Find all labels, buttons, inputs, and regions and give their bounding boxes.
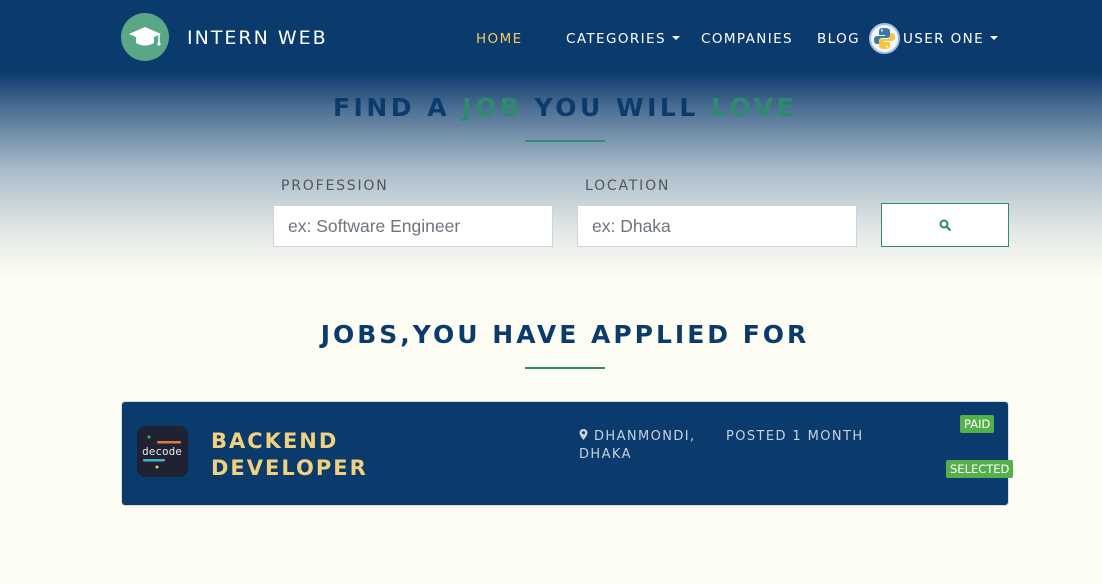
chevron-down-icon xyxy=(990,36,999,40)
profession-label: PROFESSION xyxy=(281,178,389,194)
nav-blog[interactable]: BLOG xyxy=(817,31,860,47)
hero-title-job: JOB xyxy=(462,93,523,122)
navbar: INTERN WEB HOME CATEGORIES COMPANIES BLO… xyxy=(0,0,1102,76)
map-marker-icon xyxy=(579,429,588,440)
search-icon xyxy=(939,219,951,231)
job-posted: POSTED 1 MONTH xyxy=(726,429,864,444)
paid-badge: PAID xyxy=(960,415,995,433)
hero-title-love: LOVE xyxy=(711,93,798,122)
brand-logo[interactable] xyxy=(121,13,169,61)
nav-companies[interactable]: COMPANIES xyxy=(701,31,793,47)
company-logo-text: decode xyxy=(142,445,182,458)
nav-categories-label: CATEGORIES xyxy=(566,31,666,47)
hero-divider xyxy=(525,140,605,142)
applied-divider xyxy=(525,367,605,369)
job-card[interactable]: decode BACKEND DEVELOPER DHANMONDI, DHAK… xyxy=(121,401,1014,506)
nav-user-menu[interactable]: USER ONE xyxy=(903,31,999,47)
applied-jobs-title: JOBS,YOU HAVE APPLIED FOR xyxy=(320,320,810,349)
company-logo: decode xyxy=(137,426,188,477)
nav-home[interactable]: HOME xyxy=(476,31,523,47)
hero-title: FIND A JOB YOU WILL LOVE xyxy=(0,93,1102,122)
hero-title-part1: FIND A xyxy=(332,93,463,122)
job-location-text: DHANMONDI, DHAKA xyxy=(579,429,696,462)
chevron-down-icon xyxy=(671,36,680,40)
graduation-cap-icon xyxy=(129,27,161,46)
nav-categories[interactable]: CATEGORIES xyxy=(566,31,680,47)
hero-title-part3: YOU WILL xyxy=(522,93,711,122)
search-button[interactable] xyxy=(881,203,1009,247)
location-label: LOCATION xyxy=(585,178,671,194)
user-name: USER ONE xyxy=(903,31,985,47)
job-location: DHANMONDI, DHAKA xyxy=(579,428,719,464)
profession-input[interactable] xyxy=(273,205,553,247)
job-title[interactable]: BACKEND DEVELOPER xyxy=(211,428,431,482)
location-input[interactable] xyxy=(577,205,857,247)
brand-name[interactable]: INTERN WEB xyxy=(187,27,328,49)
decode-logo-icon: decode xyxy=(142,435,182,469)
status-badge: SELECTED xyxy=(946,460,1014,478)
user-avatar[interactable] xyxy=(869,23,900,54)
python-logo-icon xyxy=(874,28,895,49)
